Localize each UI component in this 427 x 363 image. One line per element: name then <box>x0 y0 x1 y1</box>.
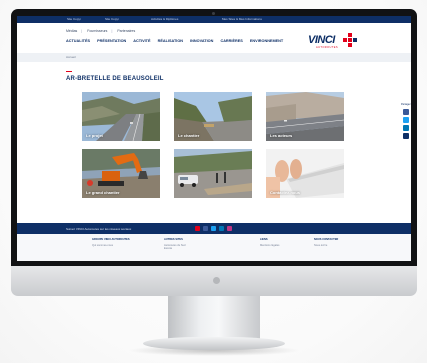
tile-contact[interactable]: Contactez-nous <box>266 149 344 198</box>
util-link[interactable]: Fournisseurs <box>87 29 107 33</box>
nav-item[interactable]: INNOVATION <box>190 39 213 43</box>
monitor-stand-base <box>143 337 285 350</box>
footer-column: AUTRES SITES Autoroutes du Sud Escota <box>164 238 186 250</box>
header-utility-links: Médias | Fournisseurs | Partenaires <box>66 29 136 33</box>
logo-subtitle: AUTOROUTES <box>316 46 338 49</box>
share-label: Partager <box>401 103 411 106</box>
twitter-icon[interactable] <box>403 117 409 123</box>
nav-item[interactable]: ENVIRONNEMENT <box>250 39 283 43</box>
linkedin-icon[interactable] <box>219 226 224 231</box>
title-accent <box>66 71 72 72</box>
tile-image <box>174 149 252 198</box>
vinci-logo-mark-icon <box>343 33 357 47</box>
tile-caption: Contactez-nous <box>270 190 300 195</box>
topbar-link[interactable]: Activités & Diplômes <box>151 17 178 21</box>
facebook-icon[interactable] <box>403 109 409 115</box>
breadcrumb-home[interactable]: Accueil <box>66 55 76 59</box>
footer-heading: NOUS CONTACTER <box>314 238 339 241</box>
tile-les-acteurs[interactable]: Les acteurs <box>266 92 344 141</box>
footer-column: GROUPE VINCI AUTOROUTES Qui sommes-nous <box>92 238 130 247</box>
logo-dot <box>213 277 220 284</box>
tile-caption: Le chantier <box>178 133 200 138</box>
util-link[interactable]: Médias <box>66 29 77 33</box>
site-header: Médias | Fournisseurs | Partenaires ACTUAL… <box>17 23 411 53</box>
tile-roadworks[interactable] <box>174 149 252 198</box>
topbar-link[interactable]: Site Copyi <box>105 17 119 21</box>
camera-icon <box>212 12 215 15</box>
monitor-stand-neck <box>168 296 260 340</box>
nav-item[interactable]: ACTUALITÉS <box>66 39 90 43</box>
page-title: AR-BRETELLE DE BEAUSOLEIL <box>66 76 164 82</box>
linkedin-icon[interactable] <box>403 125 409 131</box>
tile-grand-chantier[interactable]: Le grand chantier <box>82 149 160 198</box>
footer-link[interactable]: Escota <box>164 247 186 250</box>
footer-column: NOUS CONTACTER Nous écrire <box>314 238 338 247</box>
main-nav: ACTUALITÉS PRÉSENTATION ACTIVITÉ RÉALISA… <box>66 39 289 43</box>
footer-link[interactable]: Nous écrire <box>314 244 338 247</box>
footer-links: GROUPE VINCI AUTOROUTES Qui sommes-nous … <box>17 234 411 261</box>
footer-heading: LIENS <box>260 238 268 241</box>
footer-social-text: Suivez VINCI Autoroutes sur les réseaux … <box>66 227 132 231</box>
footer-social-band: Suivez VINCI Autoroutes sur les réseaux … <box>17 223 411 234</box>
nav-item[interactable]: ACTIVITÉ <box>133 39 150 43</box>
nav-item[interactable]: PRÉSENTATION <box>97 39 126 43</box>
nav-item[interactable]: CARRIÈRES <box>220 39 242 43</box>
vinci-logo[interactable]: VINCI <box>308 34 335 46</box>
nav-item[interactable]: RÉALISATION <box>158 39 183 43</box>
monitor-screen: Site Copyi Site Copyi Activités & Diplôm… <box>17 16 411 261</box>
footer-column: LIENS Mentions légales <box>260 238 279 247</box>
tile-le-projet[interactable]: Le projet <box>82 92 160 141</box>
topbar-link[interactable]: Mes Sites & Mes Informations <box>222 17 262 21</box>
facebook-icon[interactable] <box>203 226 208 231</box>
instagram-icon[interactable] <box>227 226 232 231</box>
tile-le-chantier[interactable]: Le chantier <box>174 92 252 141</box>
footer-heading: AUTRES SITES <box>164 238 183 241</box>
tile-caption: Le projet <box>86 133 103 138</box>
footer-link[interactable]: Qui sommes-nous <box>92 244 130 247</box>
monitor-chin <box>11 266 417 296</box>
email-icon[interactable] <box>403 133 409 139</box>
twitter-icon[interactable] <box>211 226 216 231</box>
product-scene: Site Copyi Site Copyi Activités & Diplôm… <box>0 0 427 363</box>
footer-link[interactable]: Mentions légales <box>260 244 279 247</box>
tile-caption: Les acteurs <box>270 133 293 138</box>
top-utility-bar: Site Copyi Site Copyi Activités & Diplôm… <box>17 16 411 23</box>
footer-heading: GROUPE VINCI AUTOROUTES <box>92 238 130 241</box>
youtube-icon[interactable] <box>195 226 200 231</box>
breadcrumb: Accueil <box>17 53 411 62</box>
topbar-link[interactable]: Site Copyi <box>67 17 81 21</box>
util-link[interactable]: Partenaires <box>117 29 135 33</box>
tile-caption: Le grand chantier <box>86 190 120 195</box>
